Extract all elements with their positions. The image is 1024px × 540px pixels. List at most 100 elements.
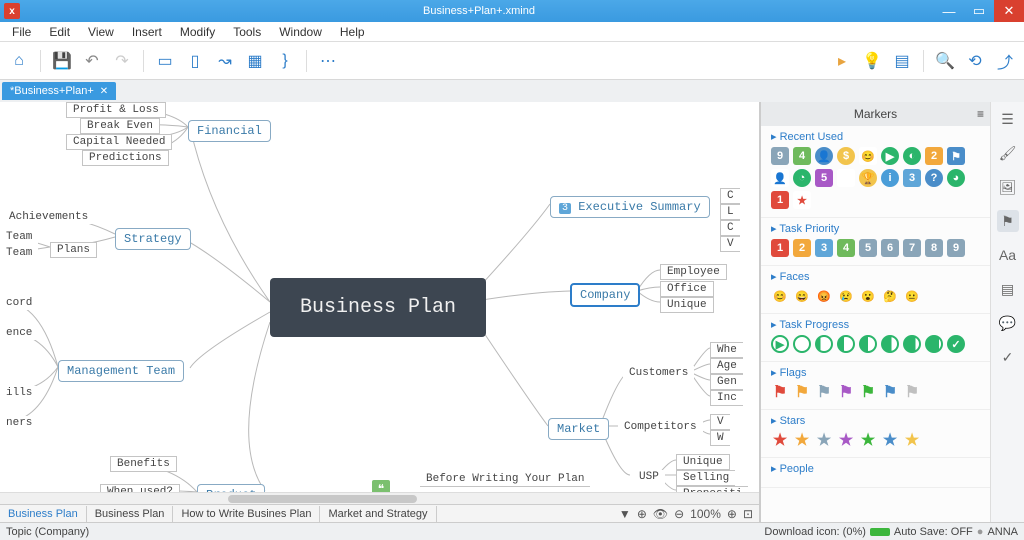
comments-icon[interactable]: ▤ [997,278,1019,300]
menu-window[interactable]: Window [271,23,330,41]
redo-icon[interactable]: ↷ [109,48,135,74]
face-smile[interactable]: 😊 [771,287,789,305]
sub-exec-c2[interactable]: C [720,220,740,236]
search-icon[interactable]: 🔍 [932,48,958,74]
face-angry[interactable]: 😡 [815,287,833,305]
section-people[interactable]: ▸ People [771,462,982,475]
face-surprise[interactable]: 😮 [859,287,877,305]
node-executive-summary[interactable]: 3 Executive Summary [550,196,710,218]
presentation-icon[interactable]: ▸ [829,48,855,74]
sub-exec-l[interactable]: L [720,204,740,220]
sub-exec-c1[interactable]: C [720,188,740,204]
node-market[interactable]: Market [548,418,609,440]
star-purple[interactable]: ★ [837,431,855,449]
save-icon[interactable]: 💾 [49,48,75,74]
relationship-icon[interactable]: ↝ [212,48,238,74]
sub-break-even[interactable]: Break Even [80,118,160,134]
marker-blank[interactable] [837,169,855,187]
sub-usp-selling[interactable]: Selling [676,470,735,486]
marker-trophy[interactable]: 🏆 [859,169,877,187]
view-icon[interactable]: 👁 [653,507,668,521]
priority-9[interactable]: 9 [947,239,965,257]
star-yellow[interactable]: ★ [903,431,921,449]
sub-benefits[interactable]: Benefits [110,456,177,472]
face-cry[interactable]: 😢 [837,287,855,305]
fit-icon[interactable]: ⊡ [743,507,753,521]
priority-4[interactable]: 4 [837,239,855,257]
goto-icon[interactable]: ⊕ [637,507,647,521]
priority-3[interactable]: 3 [815,239,833,257]
mindmap-canvas[interactable]: Business Plan Financial Strategy Managem… [0,102,759,492]
sub-usp[interactable]: USP [633,470,665,484]
node-product[interactable]: Product [197,484,265,492]
markers-icon[interactable]: ⚑ [997,210,1019,232]
sub-cust-gen[interactable]: Gen [710,374,743,390]
star-red[interactable]: ★ [771,431,789,449]
marker-half[interactable]: ◐ [903,147,921,165]
gantt-icon[interactable]: ▤ [889,48,915,74]
sub-team-1[interactable]: Team [0,230,38,244]
flag-purple[interactable]: ⚑ [837,383,855,401]
sheet-tab-3[interactable]: How to Write Busines Plan [173,506,320,522]
section-priority[interactable]: ▸ Task Priority [771,222,982,235]
task-icon[interactable]: ✓ [997,346,1019,368]
sub-comp-w[interactable]: W [710,430,730,446]
flag-light[interactable]: ⚑ [903,383,921,401]
priority-8[interactable]: 8 [925,239,943,257]
sub-predictions[interactable]: Predictions [82,150,169,166]
menu-help[interactable]: Help [332,23,373,41]
share-icon[interactable]: ⟲ [962,48,988,74]
horizontal-scrollbar[interactable] [0,492,759,504]
marker-dollar[interactable]: $ [837,147,855,165]
undo-icon[interactable]: ↶ [79,48,105,74]
outline-icon[interactable]: ☰ [997,108,1019,130]
face-laugh[interactable]: 😄 [793,287,811,305]
menu-view[interactable]: View [80,23,122,41]
subtopic-icon[interactable]: ▯ [182,48,208,74]
marker-person[interactable]: 👤 [815,147,833,165]
marker-flag-blue[interactable]: ⚑ [947,147,965,165]
sub-cust-age[interactable]: Age [710,358,743,374]
sub-cord[interactable]: cord [0,296,38,310]
marker-5[interactable]: 5 [815,169,833,187]
sub-team-2[interactable]: Team [0,246,38,260]
prog-7[interactable] [925,335,943,353]
brainstorm-icon[interactable]: 💡 [859,48,885,74]
face-neutral[interactable]: 😐 [903,287,921,305]
sub-competitors[interactable]: Competitors [618,420,703,434]
section-progress[interactable]: ▸ Task Progress [771,318,982,331]
marker-person-green[interactable]: 👤 [771,169,789,187]
export-icon[interactable]: ⤴ [992,48,1018,74]
star-gray[interactable]: ★ [815,431,833,449]
marker-prog[interactable]: ◔ [793,169,811,187]
menu-tools[interactable]: Tools [225,23,269,41]
star-blue[interactable]: ★ [881,431,899,449]
zoom-in-icon[interactable]: ⊕ [727,507,737,521]
sub-cust-inc[interactable]: Inc [710,390,743,406]
prog-6[interactable] [903,335,921,353]
zoom-level[interactable]: 100% [690,507,721,521]
format-icon[interactable]: 🖌 [997,142,1019,164]
marker-star-red[interactable]: ★ [793,191,811,209]
prog-0[interactable]: ▶ [771,335,789,353]
sub-usp-unique[interactable]: Unique [676,454,730,470]
prog-1[interactable] [793,335,811,353]
node-management-team[interactable]: Management Team [58,360,184,382]
minimize-button[interactable]: — [934,0,964,22]
menu-insert[interactable]: Insert [124,23,170,41]
prog-5[interactable] [881,335,899,353]
sub-plans[interactable]: Plans [50,242,97,258]
sub-employee[interactable]: Employee [660,264,727,280]
scrollbar-thumb[interactable] [228,495,418,503]
marker-smile[interactable]: 😊 [859,147,877,165]
node-company[interactable]: Company [570,283,640,307]
tab-close-icon[interactable]: ✕ [100,86,108,97]
menu-file[interactable]: File [4,23,39,41]
zoom-out-icon[interactable]: ⊖ [674,507,684,521]
central-topic[interactable]: Business Plan [270,278,486,337]
sub-ners[interactable]: ners [0,416,38,430]
star-orange[interactable]: ★ [793,431,811,449]
summary-icon[interactable]: } [272,48,298,74]
marker-prog2[interactable]: ◕ [947,169,965,187]
flag-gray[interactable]: ⚑ [815,383,833,401]
